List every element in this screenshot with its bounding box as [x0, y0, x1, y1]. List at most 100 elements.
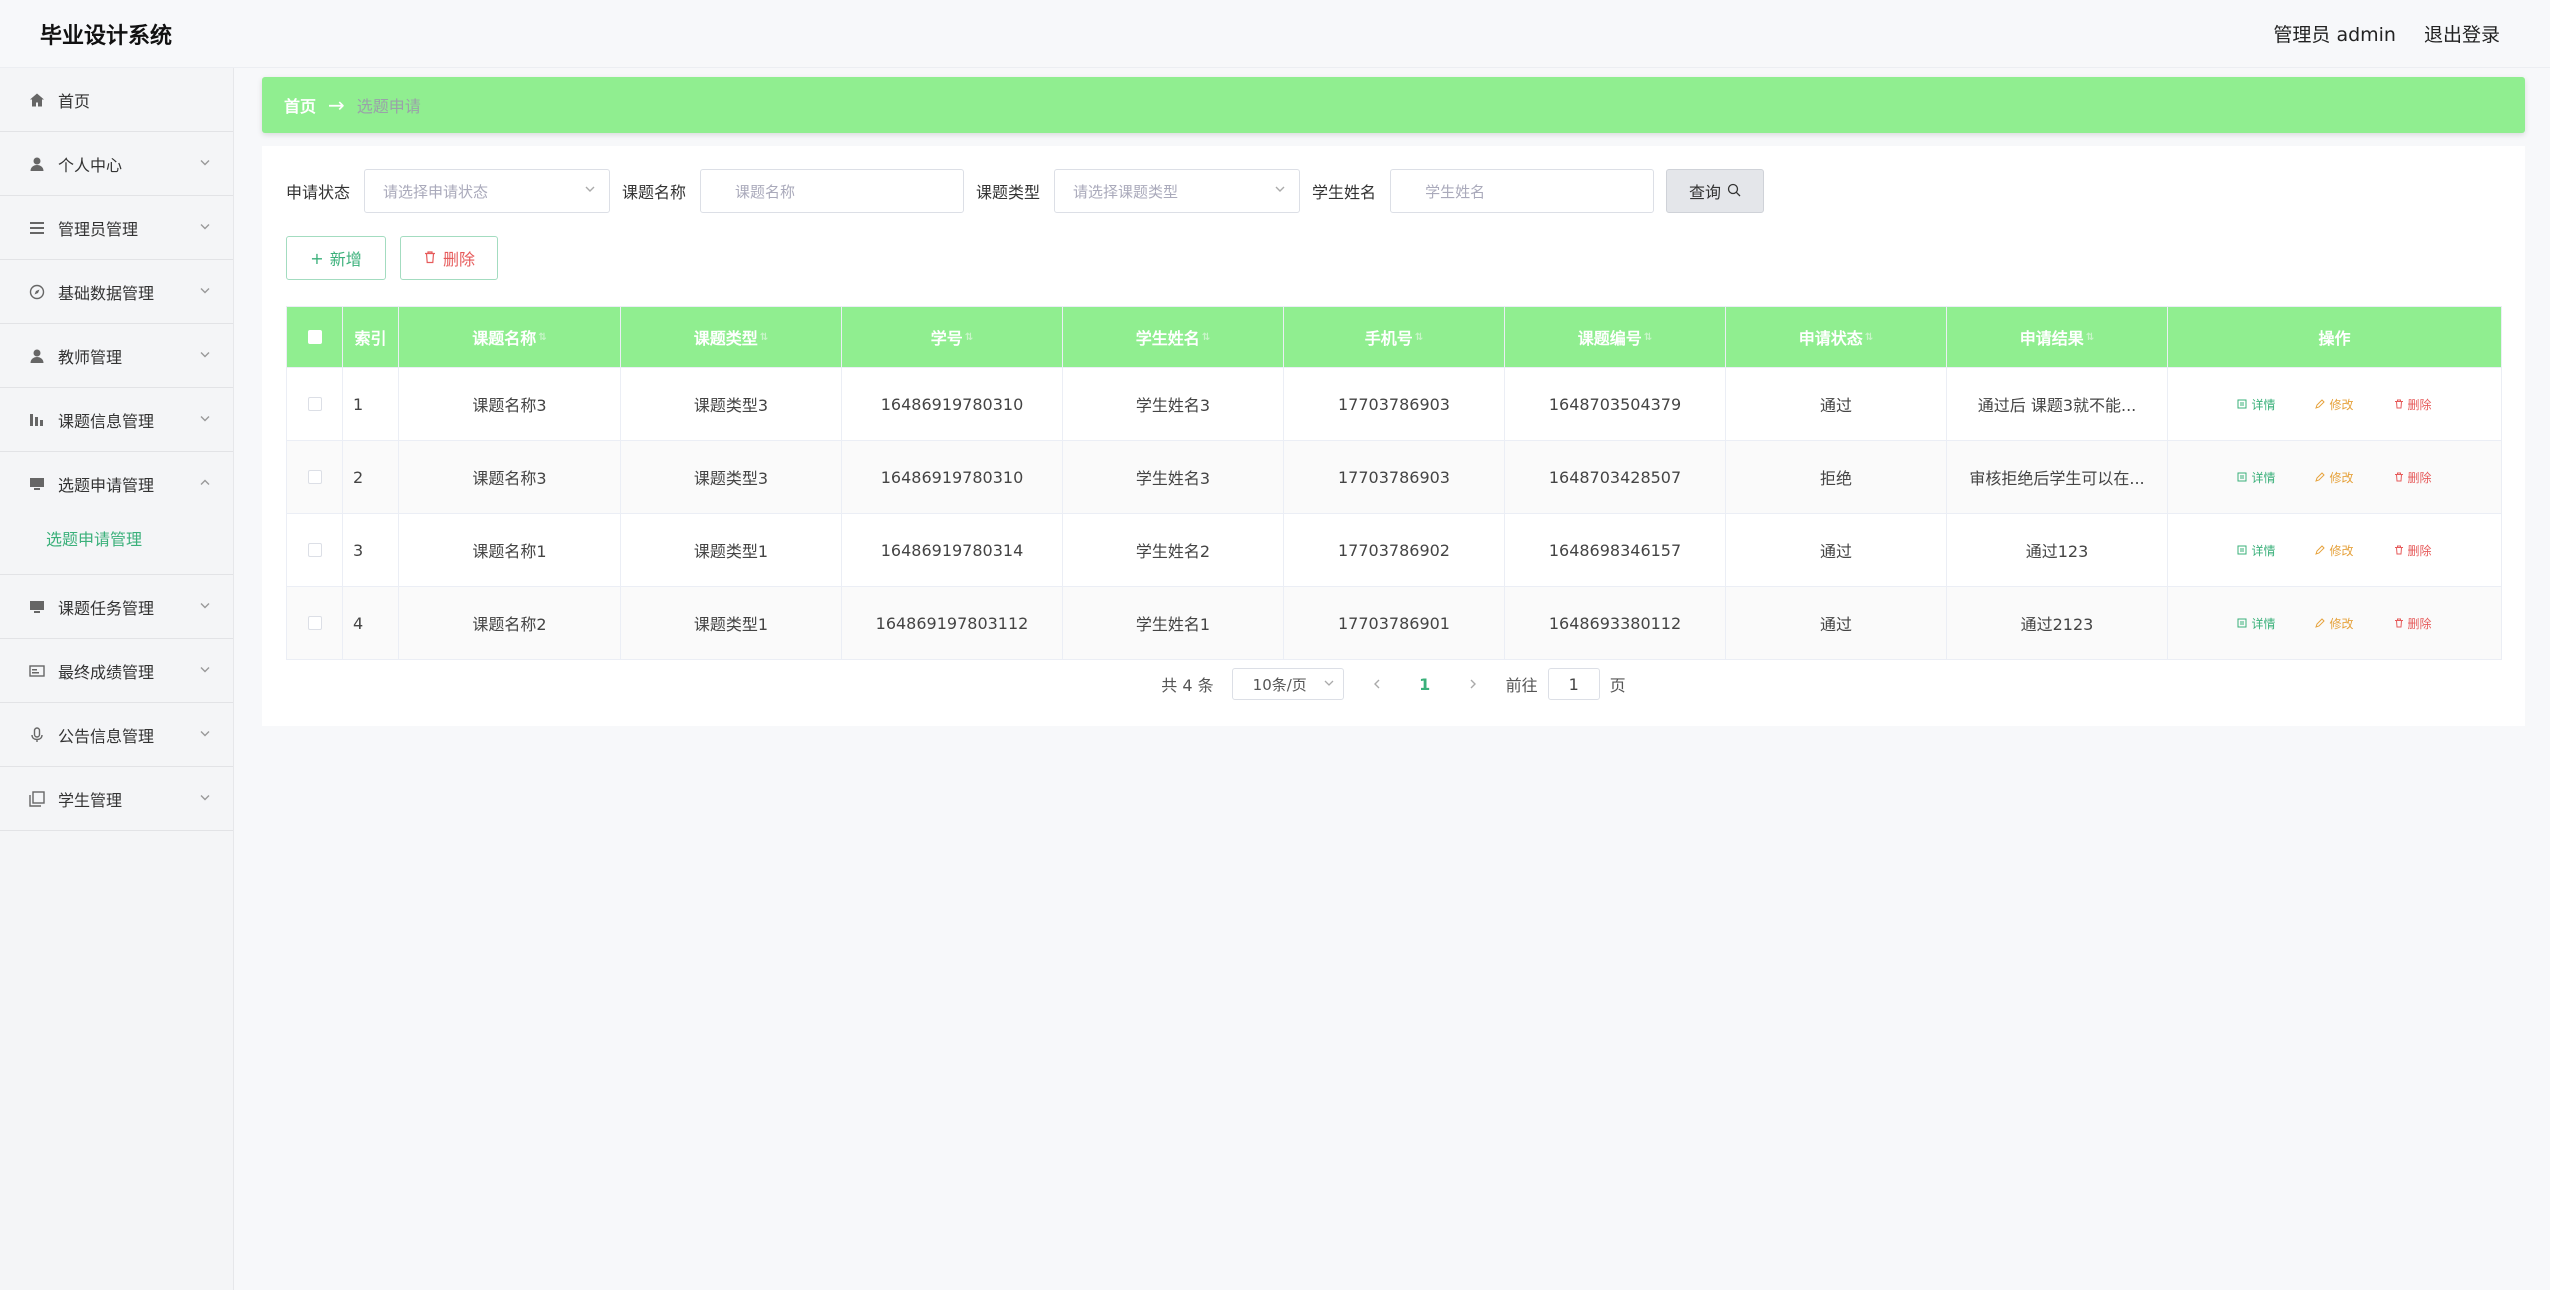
- add-button-label: 新增: [329, 250, 362, 269]
- sidebar-item-topic-application[interactable]: 选题申请管理: [0, 452, 233, 516]
- student-filter-label: 学生姓名: [1312, 183, 1377, 202]
- chevron-down-icon: [1323, 675, 1335, 693]
- top-header: 毕业设计系统 管理员 admin 退出登录: [0, 0, 2550, 68]
- header-student-name[interactable]: 学生姓名 ⇅: [1063, 307, 1284, 367]
- add-button[interactable]: + 新增: [286, 236, 386, 280]
- sidebar-item-teacher[interactable]: 教师管理: [0, 324, 233, 388]
- table-row: 4 课题名称2 课题类型1 164869197803112 学生姓名1 1770…: [287, 586, 2501, 659]
- header-label: 课题类型: [693, 329, 758, 348]
- delete-button[interactable]: 删除: [2394, 396, 2432, 413]
- page-jump-input[interactable]: [1547, 668, 1600, 700]
- row-checkbox[interactable]: [307, 616, 322, 630]
- current-user: 管理员 admin: [2273, 24, 2396, 46]
- sort-icon: ⇅: [2085, 331, 2095, 343]
- prev-page-button[interactable]: [1362, 675, 1392, 694]
- name-input[interactable]: 课题名称: [700, 169, 965, 213]
- sidebar: 首页 个人中心 管理员管理 基础数据管理 教师管理 课题信息管理 选题申请管理 …: [0, 68, 234, 1290]
- batch-delete-button[interactable]: 删除: [400, 236, 498, 280]
- sidebar-item-personal-center[interactable]: 个人中心: [0, 132, 233, 196]
- cell-topic-name: 课题名称3: [399, 441, 621, 513]
- delete-label: 删除: [2407, 616, 2432, 631]
- row-checkbox[interactable]: [307, 397, 322, 411]
- cell-status: 拒绝: [1726, 441, 1947, 513]
- sidebar-item-announcement[interactable]: 公告信息管理: [0, 703, 233, 767]
- chart-icon: [28, 411, 46, 429]
- detail-button[interactable]: 详情: [2237, 469, 2275, 486]
- student-input[interactable]: 学生姓名: [1390, 169, 1655, 213]
- trash-icon: [2394, 618, 2403, 628]
- cell-index: 2: [343, 441, 399, 513]
- chevron-down-icon: [199, 663, 211, 678]
- delete-button[interactable]: 删除: [2394, 542, 2432, 559]
- header-label: 申请结果: [2019, 329, 2084, 348]
- submenu-item-topic-application-manage[interactable]: 选题申请管理: [0, 516, 233, 560]
- chevron-down-icon: [199, 156, 211, 171]
- sort-icon: ⇅: [538, 331, 547, 343]
- edit-label: 修改: [2329, 616, 2354, 631]
- page-size-select[interactable]: 10条/页: [1231, 668, 1344, 700]
- chevron-down-icon: [199, 220, 211, 235]
- detail-button[interactable]: 详情: [2237, 542, 2275, 559]
- sidebar-item-admin[interactable]: 管理员管理: [0, 196, 233, 260]
- sidebar-item-label: 课题任务管理: [58, 598, 155, 618]
- type-select[interactable]: 请选择课题类型: [1054, 169, 1301, 213]
- table-row: 2 课题名称3 课题类型3 16486919780310 学生姓名3 17703…: [287, 440, 2501, 513]
- edit-button[interactable]: 修改: [2315, 542, 2354, 559]
- sidebar-item-topic-task[interactable]: 课题任务管理: [0, 575, 233, 639]
- sort-icon: ⇅: [1864, 331, 1874, 343]
- detail-icon: [2237, 545, 2247, 555]
- sidebar-item-topic-info[interactable]: 课题信息管理: [0, 388, 233, 452]
- cell-result: 通过123: [1947, 514, 2168, 586]
- next-page-button[interactable]: [1458, 675, 1488, 694]
- page-jump-prefix: 前往: [1505, 676, 1538, 695]
- trash-icon: [2394, 399, 2403, 409]
- cell-index: 1: [343, 368, 399, 440]
- header-topic-type[interactable]: 课题类型 ⇅: [621, 307, 842, 367]
- home-icon: [28, 91, 46, 109]
- page-number-current[interactable]: 1: [1410, 675, 1440, 694]
- header-topic-code[interactable]: 课题编号 ⇅: [1505, 307, 1726, 367]
- table-header: 索引 课题名称 ⇅ 课题类型 ⇅ 学号 ⇅ 学生姓名 ⇅ 手机号 ⇅ 课题编号 ⇅ 申请状态…: [287, 307, 2501, 367]
- logout-button[interactable]: 退出登录: [2424, 20, 2500, 47]
- edit-label: 修改: [2329, 470, 2354, 485]
- cell-topic-name: 课题名称1: [399, 514, 621, 586]
- cell-student-name: 学生姓名3: [1063, 368, 1284, 440]
- cell-ops: 详情 修改 删除: [2168, 441, 2501, 513]
- name-input-placeholder: 课题名称: [735, 182, 796, 201]
- edit-button[interactable]: 修改: [2315, 396, 2354, 413]
- cell-topic-code: 1648693380112: [1505, 587, 1726, 659]
- header-result[interactable]: 申请结果 ⇅: [1947, 307, 2168, 367]
- header-topic-name[interactable]: 课题名称 ⇅: [399, 307, 621, 367]
- breadcrumb-home[interactable]: 首页: [284, 93, 316, 117]
- detail-button[interactable]: 详情: [2237, 615, 2275, 632]
- cell-topic-type: 课题类型1: [621, 587, 842, 659]
- sidebar-item-student[interactable]: 学生管理: [0, 767, 233, 831]
- sidebar-item-home[interactable]: 首页: [0, 68, 233, 132]
- edit-icon: [2315, 472, 2326, 482]
- cell-topic-type: 课题类型1: [621, 514, 842, 586]
- sidebar-item-basic-data[interactable]: 基础数据管理: [0, 260, 233, 324]
- status-select[interactable]: 请选择申请状态: [364, 169, 611, 213]
- cell-status: 通过: [1726, 514, 1947, 586]
- chevron-right-icon: [1470, 679, 1476, 688]
- sidebar-item-final-score[interactable]: 最终成绩管理: [0, 639, 233, 703]
- delete-button[interactable]: 删除: [2394, 615, 2432, 632]
- applications-table: 索引 课题名称 ⇅ 课题类型 ⇅ 学号 ⇅ 学生姓名 ⇅ 手机号 ⇅ 课题编号 ⇅ 申请状态…: [286, 306, 2502, 660]
- header-status[interactable]: 申请状态 ⇅: [1726, 307, 1947, 367]
- edit-button[interactable]: 修改: [2315, 469, 2354, 486]
- delete-button[interactable]: 删除: [2394, 469, 2432, 486]
- query-button[interactable]: 查询: [1666, 169, 1765, 213]
- cell-phone: 17703786903: [1284, 441, 1505, 513]
- row-checkbox[interactable]: [307, 543, 322, 557]
- select-all-checkbox[interactable]: [307, 330, 322, 344]
- edit-button[interactable]: 修改: [2315, 615, 2354, 632]
- pagination: 共 4 条 10条/页 1 前往 页: [262, 668, 2525, 700]
- header-phone[interactable]: 手机号 ⇅: [1284, 307, 1505, 367]
- row-checkbox-cell: [287, 368, 343, 440]
- mic-icon: [28, 726, 46, 744]
- header-student-no[interactable]: 学号 ⇅: [842, 307, 1063, 367]
- detail-button[interactable]: 详情: [2237, 396, 2275, 413]
- sidebar-item-label: 基础数据管理: [58, 283, 155, 303]
- header-label: 课题编号: [1577, 329, 1642, 348]
- row-checkbox[interactable]: [307, 470, 322, 484]
